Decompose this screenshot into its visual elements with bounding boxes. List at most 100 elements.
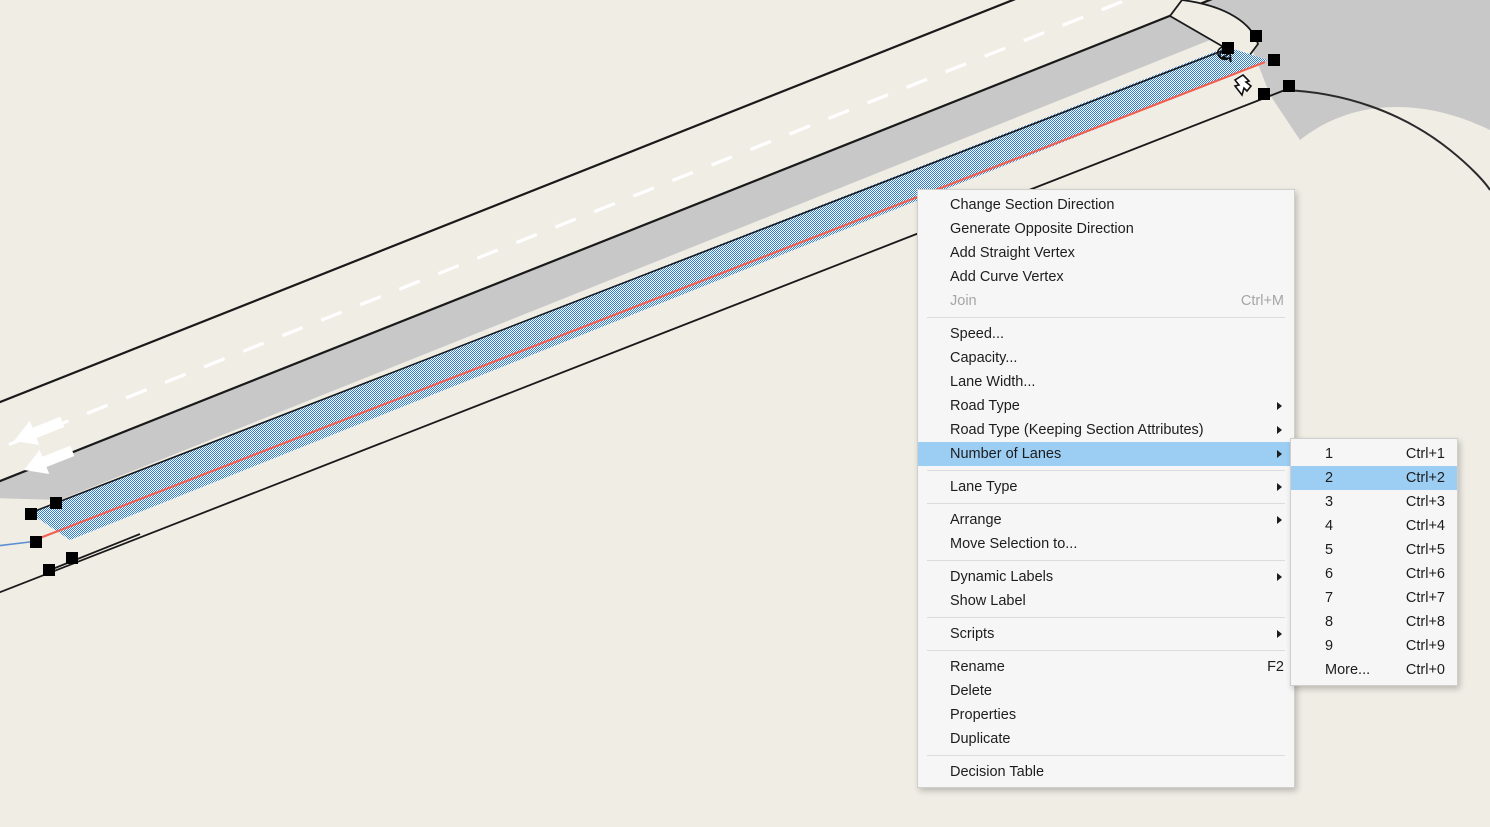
- menu-item-shortcut: Ctrl+4: [1405, 518, 1445, 534]
- vertex-handle: [43, 564, 55, 576]
- menu-item-generate-opposite-direction[interactable]: Generate Opposite Direction: [918, 217, 1294, 241]
- menu-item-shortcut: Ctrl+7: [1405, 590, 1445, 606]
- menu-item-label: 3: [1325, 494, 1334, 510]
- menu-item-lanes-4[interactable]: 4 Ctrl+4: [1291, 514, 1457, 538]
- menu-item-label: Duplicate: [950, 731, 1011, 747]
- menu-item-capacity[interactable]: Capacity...: [918, 346, 1294, 370]
- menu-separator: [927, 617, 1285, 618]
- chevron-right-icon: [1277, 573, 1282, 581]
- menu-separator: [927, 317, 1285, 318]
- menu-item-shortcut: Ctrl+5: [1405, 542, 1445, 558]
- vertex-handle: [1250, 30, 1262, 42]
- menu-item-speed[interactable]: Speed...: [918, 322, 1294, 346]
- vertex-handle: [50, 497, 62, 509]
- menu-item-number-of-lanes[interactable]: Number of Lanes: [918, 442, 1294, 466]
- menu-item-label: Arrange: [950, 512, 1002, 528]
- vertex-handle: [1268, 54, 1280, 66]
- menu-separator: [927, 470, 1285, 471]
- menu-item-rename[interactable]: Rename F2: [918, 655, 1294, 679]
- vertex-handle: [1258, 88, 1270, 100]
- menu-item-label: 8: [1325, 614, 1334, 630]
- menu-item-label: Properties: [950, 707, 1017, 723]
- menu-item-label: Lane Width...: [950, 374, 1036, 390]
- menu-item-shortcut: Ctrl+6: [1405, 566, 1445, 582]
- menu-item-add-straight-vertex[interactable]: Add Straight Vertex: [918, 241, 1294, 265]
- vertex-handle: [25, 508, 37, 520]
- menu-separator: [927, 503, 1285, 504]
- vertex-handle: [1283, 80, 1295, 92]
- chevron-right-icon: [1277, 483, 1282, 491]
- menu-item-label: Decision Table: [950, 764, 1045, 780]
- menu-item-road-type[interactable]: Road Type: [918, 394, 1294, 418]
- menu-item-road-type-keeping-section-attributes[interactable]: Road Type (Keeping Section Attributes): [918, 418, 1294, 442]
- vertex-handle: [66, 552, 78, 564]
- menu-item-label: Road Type (Keeping Section Attributes): [950, 422, 1204, 438]
- menu-item-label: 9: [1325, 638, 1334, 654]
- menu-item-label: Lane Type: [950, 479, 1018, 495]
- application-window: Change Section Direction Generate Opposit…: [0, 0, 1490, 827]
- menu-item-label: 4: [1325, 518, 1334, 534]
- menu-item-lanes-3[interactable]: 3 Ctrl+3: [1291, 490, 1457, 514]
- menu-item-change-section-direction[interactable]: Change Section Direction: [918, 193, 1294, 217]
- menu-item-shortcut: Ctrl+9: [1405, 638, 1445, 654]
- menu-item-shortcut: Ctrl+3: [1405, 494, 1445, 510]
- menu-item-label: Add Straight Vertex: [950, 245, 1075, 261]
- menu-item-join: Join Ctrl+M: [918, 289, 1294, 313]
- menu-item-decision-table[interactable]: Decision Table: [918, 760, 1294, 784]
- menu-item-label: Speed...: [950, 326, 1005, 342]
- menu-item-lane-type[interactable]: Lane Type: [918, 475, 1294, 499]
- menu-item-lanes-5[interactable]: 5 Ctrl+5: [1291, 538, 1457, 562]
- menu-item-label: 6: [1325, 566, 1334, 582]
- menu-item-show-label[interactable]: Show Label: [918, 589, 1294, 613]
- menu-item-label: Generate Opposite Direction: [950, 221, 1134, 237]
- menu-item-label: Show Label: [950, 593, 1026, 609]
- menu-item-lanes-8[interactable]: 8 Ctrl+8: [1291, 610, 1457, 634]
- menu-item-arrange[interactable]: Arrange: [918, 508, 1294, 532]
- menu-item-label: Move Selection to...: [950, 536, 1078, 552]
- menu-item-shortcut: Ctrl+8: [1405, 614, 1445, 630]
- menu-item-lanes-2[interactable]: 2 Ctrl+2: [1291, 466, 1457, 490]
- menu-item-label: More...: [1325, 662, 1371, 678]
- section-context-menu[interactable]: Change Section Direction Generate Opposit…: [917, 189, 1295, 788]
- menu-item-move-selection-to[interactable]: Move Selection to...: [918, 532, 1294, 556]
- menu-item-label: 7: [1325, 590, 1334, 606]
- menu-item-shortcut: Ctrl+2: [1405, 470, 1445, 486]
- number-of-lanes-submenu[interactable]: 1 Ctrl+1 2 Ctrl+2 3 Ctrl+3 4 Ctrl+4 5 Ctrl+5 6 Ctrl…: [1290, 438, 1458, 686]
- menu-item-lane-width[interactable]: Lane Width...: [918, 370, 1294, 394]
- menu-item-properties[interactable]: Properties: [918, 703, 1294, 727]
- menu-item-label: Join: [950, 293, 977, 309]
- vertex-handle: [1222, 42, 1234, 54]
- menu-item-delete[interactable]: Delete: [918, 679, 1294, 703]
- menu-item-shortcut: Ctrl+M: [1240, 293, 1284, 309]
- menu-item-dynamic-labels[interactable]: Dynamic Labels: [918, 565, 1294, 589]
- menu-item-scripts[interactable]: Scripts: [918, 622, 1294, 646]
- menu-item-lanes-7[interactable]: 7 Ctrl+7: [1291, 586, 1457, 610]
- menu-item-label: 5: [1325, 542, 1334, 558]
- menu-item-lanes-9[interactable]: 9 Ctrl+9: [1291, 634, 1457, 658]
- chevron-right-icon: [1277, 426, 1282, 434]
- menu-separator: [927, 755, 1285, 756]
- menu-item-label: Number of Lanes: [950, 446, 1062, 462]
- chevron-right-icon: [1277, 630, 1282, 638]
- rotate-cursor-lower: [1233, 73, 1253, 97]
- menu-separator: [927, 650, 1285, 651]
- secondary-section-polyline: [49, 533, 141, 571]
- chevron-right-icon: [1277, 402, 1282, 410]
- menu-item-shortcut: Ctrl+1: [1405, 446, 1445, 462]
- menu-item-duplicate[interactable]: Duplicate: [918, 727, 1294, 751]
- menu-item-label: Delete: [950, 683, 992, 699]
- chevron-right-icon: [1277, 450, 1282, 458]
- lane-direction-arrow-upper: [14, 416, 65, 445]
- menu-item-lanes-6[interactable]: 6 Ctrl+6: [1291, 562, 1457, 586]
- menu-item-label: 1: [1325, 446, 1334, 462]
- menu-item-shortcut: Ctrl+0: [1405, 662, 1445, 678]
- vertex-handle: [30, 536, 42, 548]
- menu-item-lanes-1[interactable]: 1 Ctrl+1: [1291, 442, 1457, 466]
- menu-item-lanes-more[interactable]: More... Ctrl+0: [1291, 658, 1457, 682]
- chevron-right-icon: [1277, 516, 1282, 524]
- menu-item-add-curve-vertex[interactable]: Add Curve Vertex: [918, 265, 1294, 289]
- menu-item-label: Capacity...: [950, 350, 1018, 366]
- menu-item-label: Rename: [950, 659, 1005, 675]
- menu-item-label: 2: [1325, 470, 1334, 486]
- menu-item-label: Add Curve Vertex: [950, 269, 1064, 285]
